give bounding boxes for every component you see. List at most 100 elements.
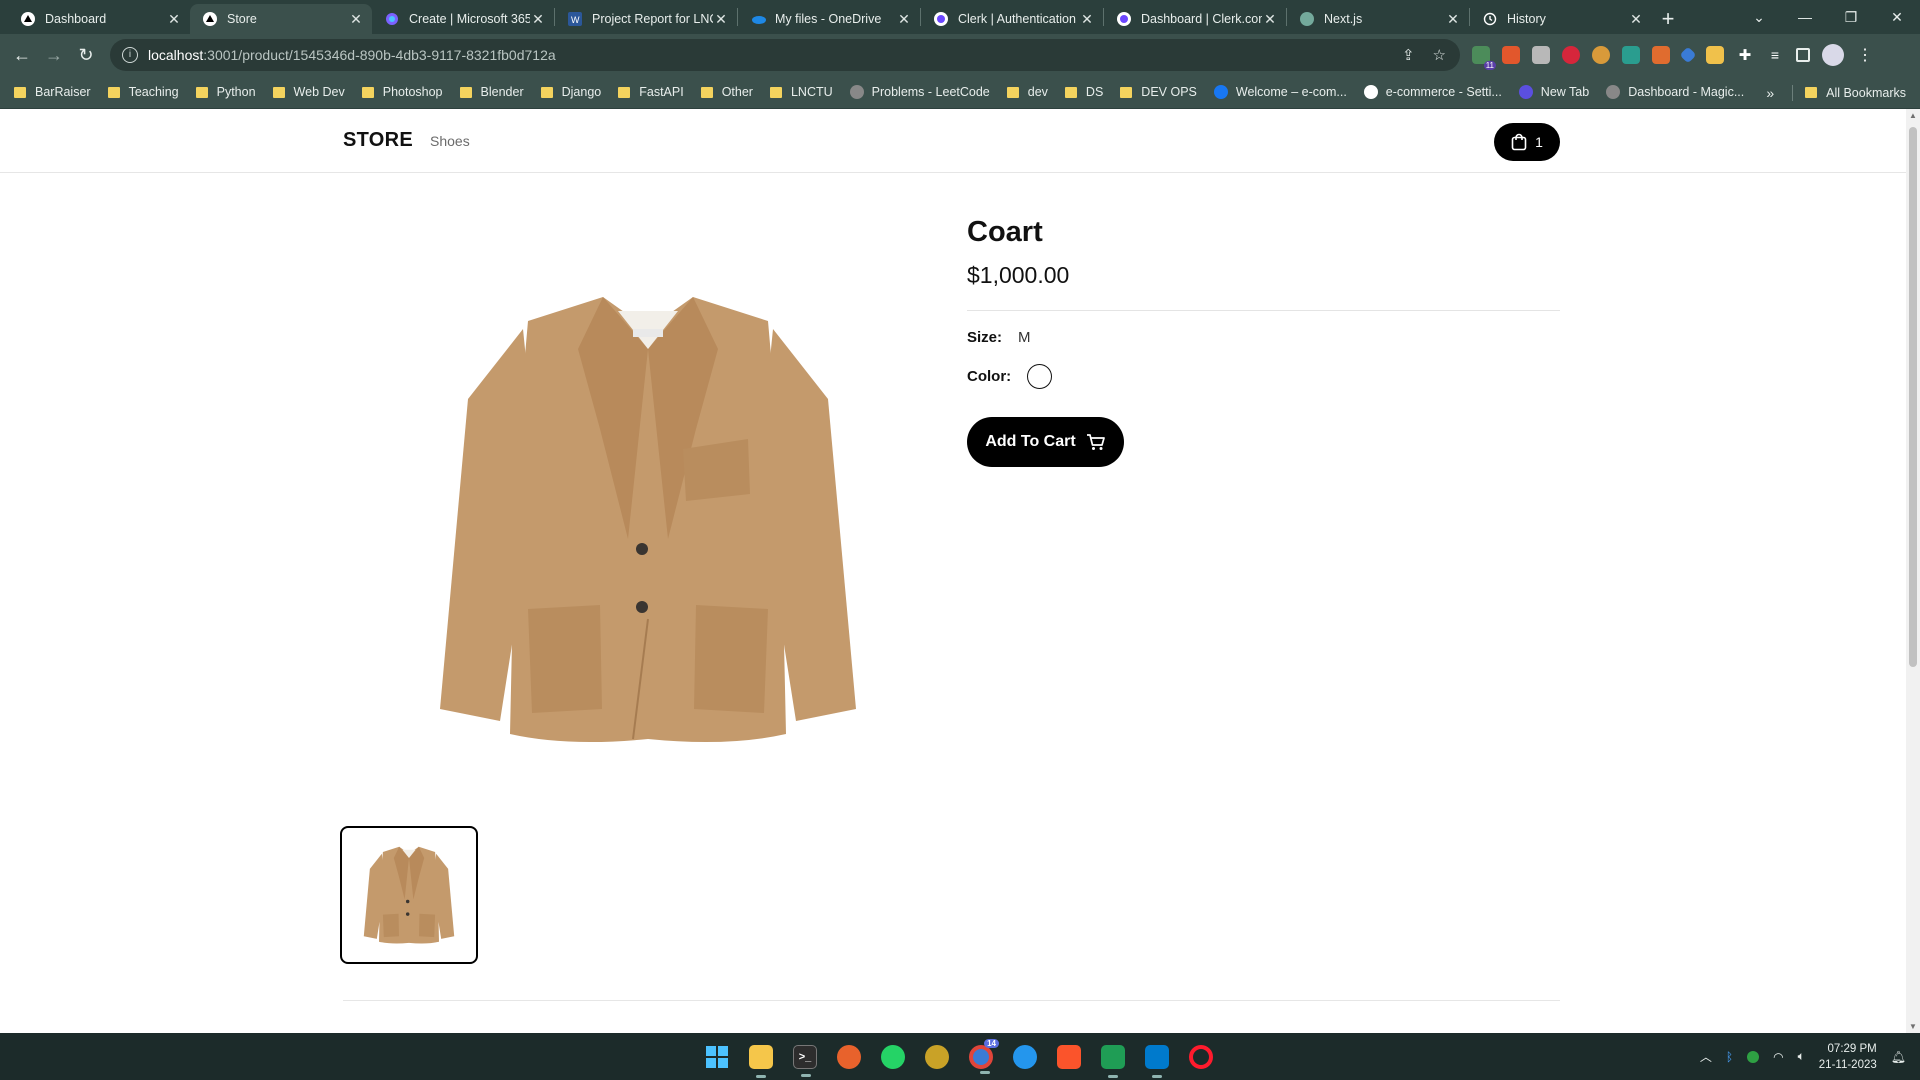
extension-mail-icon[interactable] (1622, 46, 1640, 64)
bookmark-folder[interactable]: Web Dev (272, 85, 345, 99)
browser-tab[interactable]: Dashboard ✕ (8, 4, 190, 34)
bookmark-link[interactable]: New Tab (1518, 85, 1589, 99)
close-window-button[interactable]: ✕ (1874, 9, 1920, 26)
tab-close-icon[interactable]: ✕ (1445, 11, 1461, 27)
all-bookmarks-label: All Bookmarks (1826, 85, 1906, 100)
extension-gray-icon[interactable] (1532, 46, 1550, 64)
extension-orange-icon[interactable] (1652, 46, 1670, 64)
extension-lock-icon[interactable] (1562, 46, 1580, 64)
bookmark-link[interactable]: Problems - LeetCode (849, 85, 990, 99)
tab-close-icon[interactable]: ✕ (713, 11, 729, 27)
bookmark-folder[interactable]: Other (700, 85, 753, 99)
bookmark-link[interactable]: e-commerce - Setti... (1363, 85, 1502, 99)
bookmark-folder[interactable]: Teaching (107, 85, 179, 99)
browser-tab[interactable]: Create | Microsoft 365 ✕ (372, 4, 554, 34)
share-icon[interactable]: ⇪ (1402, 46, 1415, 64)
browser-menu-icon[interactable]: ⋮ (1856, 46, 1874, 64)
notifications-bell-icon[interactable]: 🔔︎ (1891, 1050, 1906, 1064)
product-thumbnail[interactable] (340, 826, 478, 964)
opera-icon[interactable] (1189, 1044, 1213, 1069)
forward-button[interactable]: → (38, 39, 70, 71)
bookmark-folder[interactable]: Photoshop (361, 85, 443, 99)
tab-close-icon[interactable]: ✕ (348, 11, 364, 27)
extension-diamond-icon[interactable] (1679, 46, 1697, 64)
folder-icon (459, 86, 472, 98)
whatsapp-icon[interactable] (881, 1044, 905, 1069)
store-logo[interactable]: STORE (343, 129, 413, 152)
all-bookmarks-folder[interactable]: All Bookmarks (1805, 86, 1906, 100)
address-bar[interactable]: i localhost:3001/product/1545346d-890b-4… (110, 39, 1460, 71)
docker-icon[interactable] (1013, 1044, 1037, 1069)
reading-list-icon[interactable]: ≡ (1766, 46, 1784, 64)
wifi-icon[interactable]: ◠ (1773, 1050, 1783, 1064)
chrome-icon[interactable]: 14 (969, 1038, 999, 1074)
vscode-insiders-icon[interactable] (1101, 1044, 1125, 1078)
tab-close-icon[interactable]: ✕ (1262, 11, 1278, 27)
bookmark-folder[interactable]: FastAPI (618, 85, 684, 99)
bookmark-link[interactable]: Welcome – e-com... (1213, 85, 1347, 99)
browser-tab[interactable]: History ✕ (1470, 4, 1652, 34)
scrollbar-thumb[interactable] (1909, 127, 1917, 667)
bookmark-folder[interactable]: LNCTU (769, 85, 833, 99)
tab-search-icon[interactable]: ⌄ (1736, 9, 1782, 26)
tab-close-icon[interactable]: ✕ (1079, 11, 1095, 27)
nav-link-shoes[interactable]: Shoes (430, 133, 470, 149)
browser-tab[interactable]: Next.js ✕ (1287, 4, 1469, 34)
tray-overflow-icon[interactable]: ︿ (1700, 1048, 1712, 1065)
browser-tab[interactable]: W Project Report for LNCTU✕ (555, 4, 737, 34)
site-info-icon[interactable]: i (122, 47, 138, 63)
bookmark-folder[interactable]: DS (1064, 85, 1103, 99)
browser-tab[interactable]: Dashboard | Clerk.com ✕ (1104, 4, 1286, 34)
product-price: $1,000.00 (967, 262, 1070, 288)
extension-fox-icon[interactable] (1502, 46, 1520, 64)
browser-tab[interactable]: My files - OneDrive ✕ (738, 4, 920, 34)
bookmark-folder[interactable]: dev (1006, 85, 1048, 99)
profile-avatar[interactable] (1822, 44, 1844, 66)
back-button[interactable]: ← (6, 39, 38, 71)
scroll-up-arrow[interactable]: ▲ (1906, 111, 1920, 120)
tab-close-icon[interactable]: ✕ (166, 11, 182, 27)
browser-tab[interactable]: Store ✕ (190, 4, 372, 34)
cart-button[interactable]: 1 (1494, 123, 1560, 161)
tab-close-icon[interactable]: ✕ (1628, 11, 1644, 27)
windows-start-icon[interactable] (705, 1045, 729, 1069)
minimize-button[interactable]: — (1782, 9, 1828, 25)
bookmark-label: Welcome – e-com... (1235, 85, 1347, 99)
bookmark-folder[interactable]: DEV OPS (1120, 85, 1197, 99)
firefox-icon[interactable] (837, 1044, 861, 1069)
bookmark-folder[interactable]: Python (195, 85, 256, 99)
folder-icon (769, 86, 782, 98)
bookmarks-chevron-icon[interactable]: » (1766, 85, 1774, 101)
tab-close-icon[interactable]: ✕ (896, 11, 912, 27)
extension-cookie-icon[interactable] (1592, 46, 1610, 64)
bookmark-link[interactable]: Dashboard - Magic... (1606, 85, 1744, 99)
app-tray-icon[interactable] (1747, 1050, 1760, 1063)
bluetooth-icon[interactable]: ᛒ (1726, 1050, 1733, 1064)
extensions-puzzle-icon[interactable]: ✚ (1736, 46, 1754, 64)
side-panel-icon[interactable] (1796, 48, 1810, 62)
reload-button[interactable]: ↻ (70, 39, 102, 71)
terminal-icon[interactable]: >_ (793, 1044, 817, 1077)
vscode-icon[interactable] (1145, 1044, 1169, 1078)
tab-close-icon[interactable]: ✕ (530, 11, 546, 27)
browser-tab[interactable]: Clerk | Authentication ✕ (921, 4, 1103, 34)
bookmark-folder[interactable]: Blender (459, 85, 524, 99)
brave-icon[interactable] (1057, 1044, 1081, 1069)
chrome-canary-icon[interactable] (925, 1044, 949, 1069)
tab-title: Project Report for LNCTU (592, 12, 713, 26)
clock[interactable]: 07:29 PM 21-11-2023 (1819, 1041, 1877, 1073)
scroll-down-arrow[interactable]: ▼ (1906, 1022, 1920, 1031)
volume-icon[interactable]: 🔈︎ (1798, 1049, 1805, 1064)
page-scrollbar[interactable]: ▲ ▼ (1906, 109, 1920, 1033)
extension-hex-icon[interactable]: 11 (1472, 46, 1496, 70)
bookmark-folder[interactable]: Django (540, 85, 601, 99)
extension-color-icon[interactable] (1706, 46, 1724, 64)
bookmark-folder[interactable]: BarRaiser (14, 85, 91, 99)
new-tab-button[interactable]: + (1652, 4, 1684, 34)
site-favicon-icon (1213, 85, 1228, 99)
add-to-cart-button[interactable]: Add To Cart (967, 417, 1124, 467)
restore-button[interactable]: ❐ (1828, 9, 1874, 26)
file-explorer-icon[interactable] (749, 1044, 773, 1078)
bookmark-star-icon[interactable]: ☆ (1433, 46, 1446, 64)
clerk-icon (933, 11, 949, 27)
